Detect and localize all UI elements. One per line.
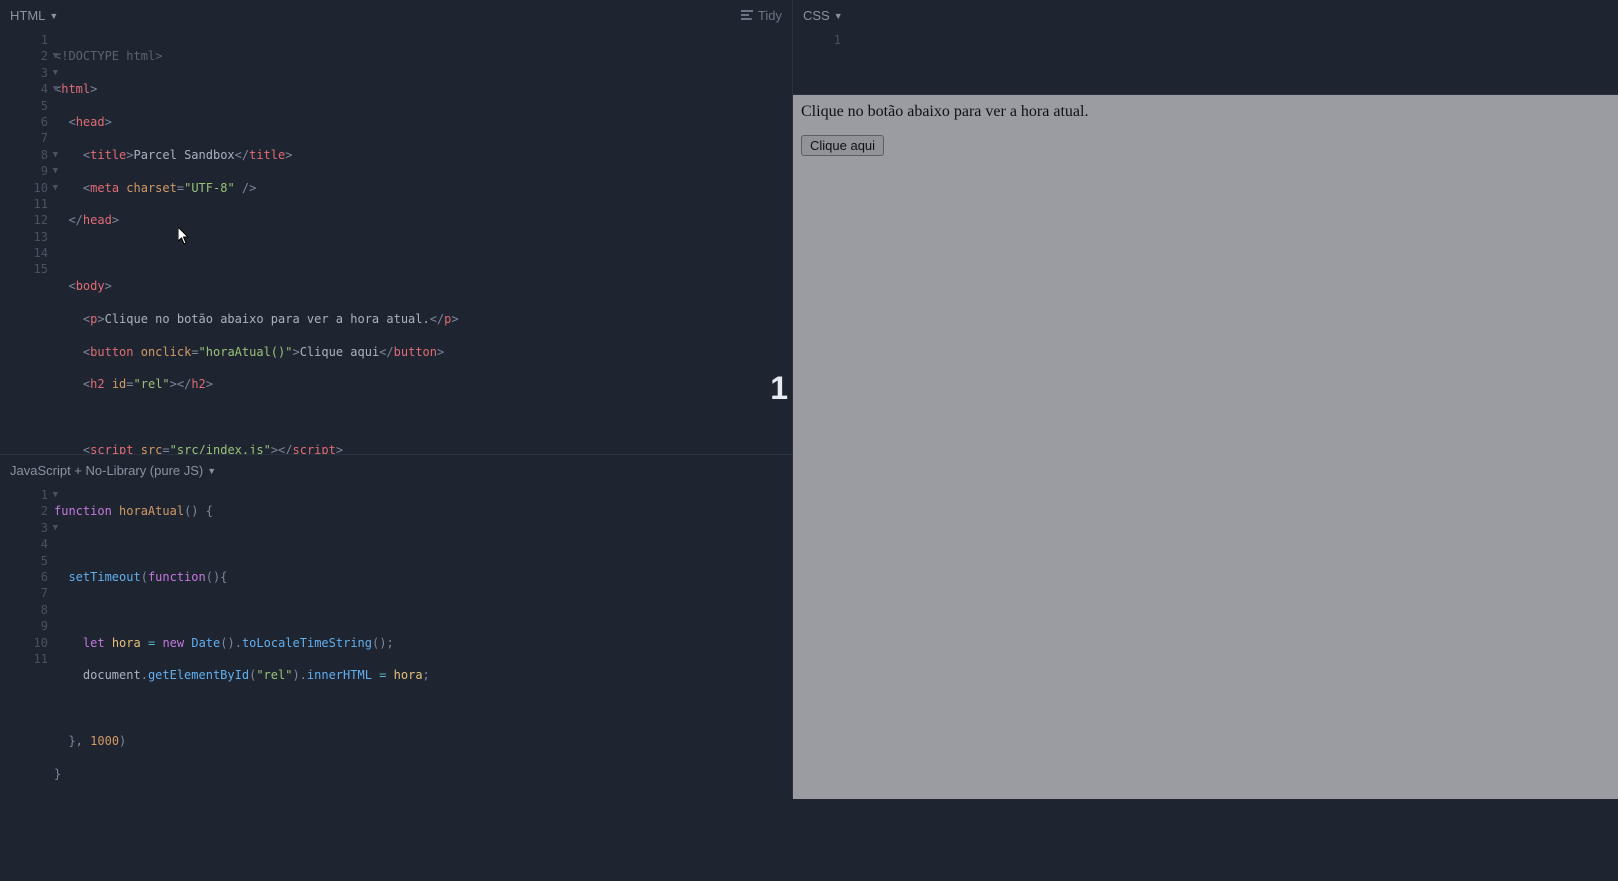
chevron-down-icon: ▼ (834, 11, 843, 21)
css-code[interactable] (847, 32, 1618, 94)
tidy-icon (741, 10, 753, 20)
html-panel-title[interactable]: HTML ▼ (10, 8, 58, 23)
css-editor[interactable]: 1 (793, 30, 1618, 94)
chevron-down-icon: ▼ (49, 11, 58, 21)
css-gutter: 1 (793, 32, 847, 94)
js-panel: JavaScript + No-Library (pure JS) ▼ 1▼ 2… (0, 455, 792, 881)
tidy-label: Tidy (758, 8, 782, 23)
html-label: HTML (10, 8, 45, 23)
html-panel: HTML ▼ Tidy 1 2▼ 3▼ 4▼ 5 6 7 8▼ (0, 0, 792, 455)
preview-paragraph: Clique no botão abaixo para ver a hora a… (801, 103, 1610, 121)
chevron-down-icon: ▼ (207, 466, 216, 476)
result-panel: Clique no botão abaixo para ver a hora a… (793, 95, 1618, 799)
css-label: CSS (803, 8, 830, 23)
preview-button[interactable]: Clique aqui (801, 135, 884, 156)
right-column: CSS ▼ 1 Clique no botão abaixo para ver … (793, 0, 1618, 799)
html-editor[interactable]: 1 2▼ 3▼ 4▼ 5 6 7 8▼ 9▼ 10▼ 11 12 13 14 1… (0, 30, 792, 454)
left-column: HTML ▼ Tidy 1 2▼ 3▼ 4▼ 5 6 7 8▼ (0, 0, 793, 799)
html-code[interactable]: <!DOCTYPE html> <html> <head> <title>Par… (54, 32, 792, 454)
js-editor[interactable]: 1▼ 2 3▼ 4 5 6 7 8 9 10 11 function horaA… (0, 485, 792, 881)
css-panel-title[interactable]: CSS ▼ (803, 8, 843, 23)
html-panel-header: HTML ▼ Tidy (0, 0, 792, 30)
js-panel-header: JavaScript + No-Library (pure JS) ▼ (0, 455, 792, 485)
jsfiddle-layout: HTML ▼ Tidy 1 2▼ 3▼ 4▼ 5 6 7 8▼ (0, 0, 1618, 799)
js-gutter: 1▼ 2 3▼ 4 5 6 7 8 9 10 11 (0, 487, 54, 881)
preview-body: Clique no botão abaixo para ver a hora a… (793, 95, 1618, 799)
tidy-button[interactable]: Tidy (741, 8, 782, 23)
js-label: JavaScript + No-Library (pure JS) (10, 463, 203, 478)
js-code[interactable]: function horaAtual() { setTimeout(functi… (54, 487, 792, 881)
css-panel-header: CSS ▼ (793, 0, 1618, 30)
css-panel: CSS ▼ 1 (793, 0, 1618, 95)
js-panel-title[interactable]: JavaScript + No-Library (pure JS) ▼ (10, 463, 216, 478)
html-gutter: 1 2▼ 3▼ 4▼ 5 6 7 8▼ 9▼ 10▼ 11 12 13 14 1… (0, 32, 54, 454)
